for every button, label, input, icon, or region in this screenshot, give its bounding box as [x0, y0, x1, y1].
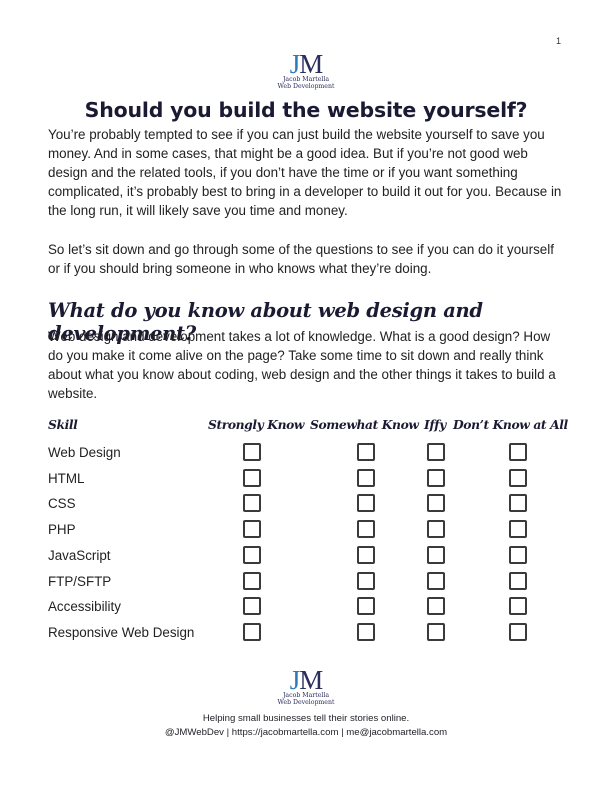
- header-strongly-know: Strongly Know: [208, 417, 305, 432]
- skill-label: FTP/SFTP: [48, 573, 112, 589]
- checkbox-strongly-know[interactable]: [243, 468, 261, 487]
- checkbox-iffy[interactable]: [427, 597, 445, 616]
- checkbox-strongly-know[interactable]: [243, 443, 261, 461]
- checkbox-dont-know[interactable]: [509, 571, 527, 590]
- checkbox-dont-know[interactable]: [509, 545, 527, 564]
- footer-tagline: Helping small businesses tell their stor…: [202, 713, 410, 724]
- checkbox-iffy[interactable]: [427, 622, 445, 641]
- intro-paragraph-2: So let’s sit down and go through some of…: [48, 242, 554, 276]
- page-number: 1: [556, 36, 562, 46]
- checkbox-somewhat-know[interactable]: [357, 597, 375, 616]
- footer-contact: @JMWebDev | https://jacobmartella.com | …: [164, 727, 448, 738]
- checkbox-dont-know[interactable]: [509, 494, 527, 513]
- skill-label: CSS: [48, 496, 76, 512]
- checkbox-dont-know[interactable]: [509, 468, 527, 487]
- logo-line-1: Jacob Martella: [282, 692, 330, 699]
- checkbox-somewhat-know[interactable]: [357, 520, 375, 539]
- checkbox-dont-know[interactable]: [509, 597, 527, 616]
- footer-logo: JM Jacob Martella Web Development: [266, 665, 346, 707]
- section-paragraph: Web design and development takes a lot o…: [48, 329, 556, 401]
- checkbox-somewhat-know[interactable]: [357, 545, 375, 564]
- checkbox-somewhat-know[interactable]: [357, 494, 375, 513]
- checkbox-iffy[interactable]: [427, 443, 445, 461]
- header-somewhat-know: Somewhat Know: [310, 417, 419, 432]
- skill-label: Web Design: [48, 445, 121, 460]
- skill-label: Responsive Web Design: [48, 624, 195, 640]
- checkbox-iffy[interactable]: [427, 520, 445, 539]
- logo-mark: JM: [289, 49, 324, 79]
- intro-paragraph-1: You’re probably tempted to see if you ca…: [48, 127, 562, 218]
- checkbox-iffy[interactable]: [427, 494, 445, 513]
- checkbox-iffy[interactable]: [427, 545, 445, 564]
- checkbox-iffy[interactable]: [427, 468, 445, 487]
- header-dont-know: Don’t Know at All: [453, 417, 568, 432]
- checkbox-strongly-know[interactable]: [243, 494, 261, 513]
- checkbox-somewhat-know[interactable]: [357, 571, 375, 590]
- checkbox-strongly-know[interactable]: [243, 622, 261, 641]
- checkbox-somewhat-know[interactable]: [357, 468, 375, 487]
- checkbox-dont-know[interactable]: [509, 520, 527, 539]
- skill-label: PHP: [48, 522, 76, 538]
- checkbox-strongly-know[interactable]: [243, 520, 261, 539]
- checkbox-somewhat-know[interactable]: [357, 622, 375, 641]
- checkbox-iffy[interactable]: [427, 571, 445, 590]
- logo-line-2: Web Development: [277, 83, 335, 90]
- page-title: Should you build the website yourself?: [84, 98, 528, 122]
- checkbox-strongly-know[interactable]: [243, 597, 261, 616]
- logo-line-2: Web Development: [277, 699, 335, 706]
- skill-label: HTML: [48, 470, 85, 486]
- checkbox-dont-know[interactable]: [509, 443, 527, 461]
- logo-mark: JM: [289, 665, 324, 695]
- header-skill: Skill: [48, 417, 78, 432]
- checkbox-strongly-know[interactable]: [243, 545, 261, 564]
- logo-line-1: Jacob Martella: [282, 76, 330, 83]
- skill-label: JavaScript: [48, 547, 111, 563]
- header-logo: JM Jacob Martella Web Development: [266, 49, 346, 91]
- checkbox-dont-know[interactable]: [509, 622, 527, 641]
- skill-label: Accessibility: [48, 599, 121, 615]
- checkbox-strongly-know[interactable]: [243, 571, 261, 590]
- header-iffy: Iffy: [424, 417, 446, 432]
- checkbox-somewhat-know[interactable]: [357, 443, 375, 461]
